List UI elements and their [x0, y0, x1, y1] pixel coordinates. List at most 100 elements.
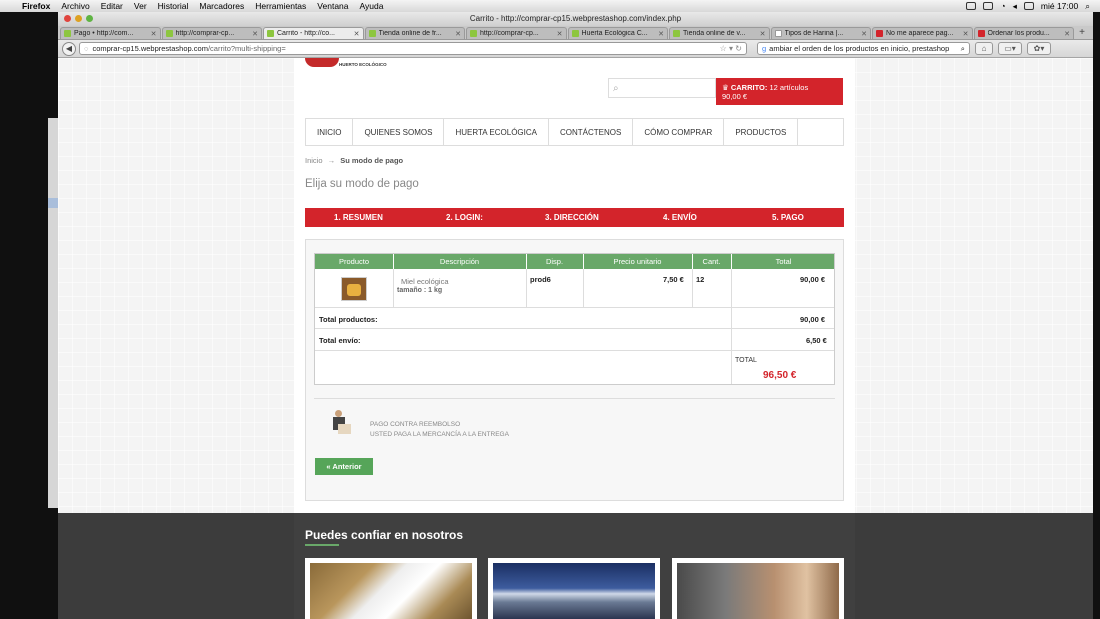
- menu-archivo[interactable]: Archivo: [61, 1, 89, 11]
- favicon-icon: [876, 30, 883, 37]
- search-magnifier-icon[interactable]: ⌕: [961, 44, 965, 54]
- battery-icon[interactable]: [1023, 2, 1034, 10]
- search-query: ambiar el orden de los productos en inic…: [769, 44, 950, 53]
- trust-heading: Puedes confiar en nosotros: [305, 528, 464, 542]
- close-tab-icon[interactable]: ✕: [963, 30, 969, 38]
- search-bar[interactable]: g ambiar el orden de los productos en in…: [757, 42, 970, 55]
- minimize-window-button[interactable]: [75, 15, 82, 22]
- product-line-total: 90,00 €: [800, 275, 826, 284]
- close-tab-icon[interactable]: ✕: [658, 30, 664, 38]
- goose-image: [310, 563, 472, 619]
- nav-contactenos[interactable]: CONTÁCTENOS: [549, 119, 634, 145]
- close-tab-icon[interactable]: ✕: [557, 30, 563, 38]
- browser-tab[interactable]: Ordenar los produ... ✕: [973, 27, 1074, 39]
- trust-card-shipping[interactable]: [488, 558, 660, 619]
- status-icon[interactable]: [966, 2, 977, 10]
- nav-productos[interactable]: PRODUCTOS: [724, 119, 799, 145]
- google-icon[interactable]: g: [762, 44, 766, 53]
- close-tab-icon[interactable]: ✕: [151, 30, 157, 38]
- browser-tab[interactable]: Tienda online de fr... ✕: [364, 27, 465, 39]
- step-resumen[interactable]: 1. RESUMEN: [334, 213, 383, 222]
- close-tab-icon[interactable]: ✕: [1064, 30, 1070, 38]
- bookmarks-menu-icon[interactable]: ▭▾: [998, 42, 1022, 55]
- cart-icon: ♛: [722, 83, 729, 92]
- menu-marcadores[interactable]: Marcadores: [199, 1, 244, 11]
- payment-method-cod[interactable]: PAGO CONTRA REEMBOLSO USTED PAGA LA MERC…: [370, 420, 509, 440]
- browser-tab[interactable]: Tipos de Harina |... ✕: [770, 27, 871, 39]
- menu-ventana[interactable]: Ventana: [317, 1, 348, 11]
- menu-ver[interactable]: Ver: [134, 1, 147, 11]
- close-window-button[interactable]: [64, 15, 71, 22]
- wifi-icon[interactable]: ◔: [1000, 1, 1005, 11]
- bookmark-star-icon[interactable]: ☆ ▾ ↻: [720, 44, 742, 53]
- breadcrumb-home[interactable]: Inicio: [305, 156, 323, 165]
- tab-title: Tipos de Harina |...: [784, 30, 844, 37]
- person-head: [335, 410, 342, 417]
- tab-strip: Pago • http://com... ✕ http://comprar-cp.…: [58, 26, 1093, 40]
- step-envio[interactable]: 4. ENVÍO: [663, 213, 697, 222]
- total-shipping-value: 6,50 €: [806, 336, 827, 345]
- back-button[interactable]: ◀: [62, 41, 76, 56]
- new-tab-icon[interactable]: +: [1075, 27, 1089, 39]
- menu-herramientas[interactable]: Herramientas: [255, 1, 306, 11]
- home-icon[interactable]: ⌂: [975, 42, 993, 55]
- addon-icon[interactable]: ✿▾: [1027, 42, 1051, 55]
- cart-summary[interactable]: ♛ CARRITO: 12 artículos 90,00 €: [716, 78, 843, 105]
- step-login[interactable]: 2. LOGIN:: [446, 213, 483, 222]
- order-table-header: Producto Descripción Disp. Precio unitar…: [315, 254, 834, 269]
- close-tab-icon[interactable]: ✕: [455, 30, 461, 38]
- menu-historial[interactable]: Historial: [158, 1, 189, 11]
- search-icon[interactable]: ⌕: [613, 83, 619, 94]
- close-tab-icon[interactable]: ✕: [354, 30, 360, 38]
- shop-search-input[interactable]: ⌕: [608, 78, 716, 98]
- shop-logo[interactable]: [305, 58, 339, 67]
- trust-card-service[interactable]: [672, 558, 844, 619]
- desktop-background: [1093, 12, 1100, 619]
- status-icon[interactable]: [983, 2, 994, 10]
- product-thumbnail[interactable]: [341, 277, 367, 301]
- col-disp: Disp.: [545, 257, 564, 266]
- zoom-window-button[interactable]: [86, 15, 93, 22]
- menu-app-name[interactable]: Firefox: [22, 1, 50, 11]
- site-identity-icon[interactable]: ◌: [84, 44, 88, 53]
- favicon-icon: [774, 30, 782, 37]
- tab-title: http://comprar-cp...: [480, 30, 539, 37]
- nav-como-comprar[interactable]: CÓMO COMPRAR: [633, 119, 725, 145]
- browser-tab[interactable]: No me aparece pag... ✕: [872, 27, 973, 39]
- tab-title: http://comprar-cp...: [175, 30, 235, 37]
- logo-text: HUERTO ECOLÓGICO: [339, 62, 387, 67]
- step-direccion[interactable]: 3. DIRECCIÓN: [545, 213, 599, 222]
- nav-inicio[interactable]: INICIO: [306, 119, 354, 145]
- browser-tab[interactable]: Tienda online de v... ✕: [669, 27, 770, 39]
- step-pago: 5. PAGO: [772, 213, 804, 222]
- header-divider: [393, 254, 394, 269]
- browser-tab[interactable]: http://comprar-cp... ✕: [161, 27, 262, 39]
- favicon-icon: [368, 30, 376, 37]
- cell-divider: [583, 269, 584, 307]
- menu-editar[interactable]: Editar: [101, 1, 123, 11]
- product-variant: tamaño : 1 kg: [397, 287, 443, 294]
- favicon-icon: [673, 30, 680, 37]
- browser-tab[interactable]: Huerta Ecológica C... ✕: [567, 27, 668, 39]
- trust-card-farm[interactable]: [305, 558, 477, 619]
- close-tab-icon[interactable]: ✕: [861, 30, 867, 38]
- nav-huerta-ecologica[interactable]: HUERTA ECOLÓGICA: [444, 119, 549, 145]
- spotlight-icon[interactable]: ⌕: [1085, 1, 1090, 12]
- browser-tab[interactable]: Pago • http://com... ✕: [60, 27, 161, 39]
- menu-ayuda[interactable]: Ayuda: [360, 1, 384, 11]
- url-bar[interactable]: ◌ comprar-cp15.webprestashop.com/carrito…: [79, 42, 747, 55]
- breadcrumb-separator: →: [327, 156, 336, 165]
- delivery-person-icon[interactable]: [322, 408, 356, 438]
- close-tab-icon[interactable]: ✕: [760, 30, 766, 38]
- window-controls: [64, 15, 93, 22]
- menubar-clock[interactable]: mié 17:00: [1041, 1, 1078, 11]
- col-producto: Producto: [338, 257, 370, 266]
- product-name[interactable]: Miel ecológica: [401, 277, 449, 286]
- nav-quienes-somos[interactable]: QUIENES SOMOS: [353, 119, 445, 145]
- previous-button[interactable]: « Anterior: [315, 458, 373, 475]
- volume-icon[interactable]: ◂: [1013, 1, 1017, 12]
- header-divider: [583, 254, 584, 269]
- browser-tab-active[interactable]: Carrito - http://co... ✕: [263, 27, 364, 39]
- close-tab-icon[interactable]: ✕: [252, 30, 258, 38]
- browser-tab[interactable]: http://comprar-cp... ✕: [466, 27, 567, 39]
